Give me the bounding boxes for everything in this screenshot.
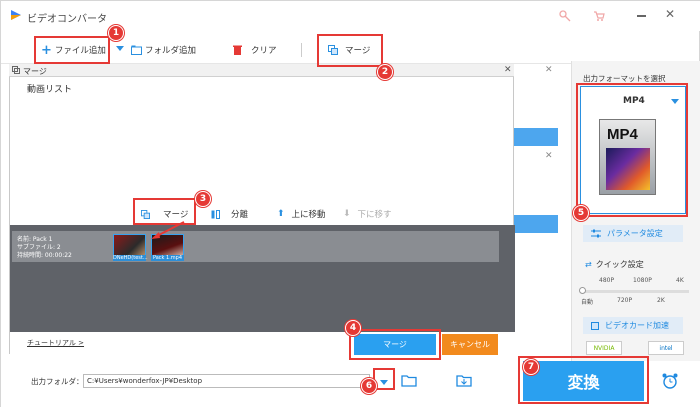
- cancel-button[interactable]: キャンセル: [442, 334, 498, 355]
- annotation-box-format: [576, 83, 688, 217]
- background-close-icon-2[interactable]: ✕: [545, 151, 553, 161]
- nvidia-chip: NVIDIA: [586, 341, 622, 355]
- close-button[interactable]: ✕: [665, 7, 675, 21]
- quality-bottom-label: 720P: [617, 297, 633, 304]
- toolbar-divider: [301, 43, 302, 57]
- merge-dialog-title: マージ: [23, 67, 47, 76]
- background-row-highlight: [514, 128, 558, 146]
- output-folder-label: 出力フォルダ：: [31, 377, 84, 386]
- annotation-badge-7: 7: [523, 359, 539, 375]
- folder-icon: [131, 45, 142, 55]
- key-icon[interactable]: [559, 10, 571, 22]
- cart-icon[interactable]: [593, 10, 605, 22]
- app-title: ビデオコンバータ: [27, 14, 107, 25]
- pack-strip[interactable]: [12, 231, 499, 262]
- annotation-box-merge-confirm: [349, 329, 441, 360]
- annotation-badge-5: 5: [573, 205, 589, 221]
- annotation-badge-4: 4: [345, 320, 361, 336]
- dialog-close-icon[interactable]: ✕: [504, 65, 512, 75]
- split-button[interactable]: 分離: [211, 205, 248, 223]
- video-thumbnail-label: Pack 1.mp4: [151, 255, 184, 261]
- annotation-badge-2: 2: [377, 64, 393, 80]
- clear-button[interactable]: クリア: [233, 41, 277, 59]
- quality-top-label: 480P: [599, 277, 615, 284]
- pack-duration: 持続時間: 00:00:22: [17, 252, 72, 259]
- arrow-up-icon: ⬆: [277, 209, 285, 219]
- output-folder-path[interactable]: C:¥Users¥wonderfox-JP¥Desktop: [83, 374, 370, 388]
- quick-settings-icon: ⇄: [585, 260, 592, 269]
- video-thumbnail-label: DNeHD(test...: [113, 255, 148, 261]
- move-down-button[interactable]: ⬇ 下に移す: [343, 205, 392, 223]
- intel-chip: intel: [648, 341, 684, 355]
- video-list-label: 動画リスト: [27, 85, 73, 95]
- alarm-clock-icon[interactable]: [661, 372, 679, 390]
- add-folder-button[interactable]: フォルダ追加: [131, 41, 196, 59]
- output-folder-icon[interactable]: [456, 373, 472, 387]
- arrow-down-icon: ⬇: [343, 209, 351, 219]
- quality-slider[interactable]: [581, 290, 689, 293]
- annotation-box-merge: [317, 34, 383, 67]
- tutorial-link[interactable]: チュートリアル >: [27, 338, 84, 348]
- quality-top-label: 1080P: [633, 277, 652, 284]
- merge-dialog-icon: [12, 66, 20, 74]
- split-icon: [211, 209, 220, 219]
- trash-icon: [233, 45, 242, 55]
- sliders-icon: [591, 229, 601, 238]
- parameter-settings-button[interactable]: パラメータ設定: [583, 225, 683, 242]
- quality-slider-handle[interactable]: [579, 287, 586, 294]
- open-folder-icon[interactable]: [401, 373, 417, 387]
- annotation-arrow: [151, 221, 185, 239]
- move-up-button[interactable]: ⬆ 上に移動: [277, 205, 326, 223]
- gpu-chip-icon: [591, 321, 599, 330]
- annotation-box-add-file: [34, 36, 110, 64]
- quality-bottom-label: 自動: [581, 299, 594, 306]
- background-close-icon[interactable]: ✕: [545, 65, 553, 75]
- background-row-highlight-2: [514, 215, 558, 233]
- app-window: ビデオコンバータ ✕ + ファイル追加 フォルダ追加 クリア マージ ✕ ✕ マ…: [0, 0, 700, 407]
- minimize-button[interactable]: [637, 15, 646, 17]
- quality-bottom-label: 2K: [657, 297, 665, 304]
- quick-settings-label: ⇄ クイック設定: [585, 260, 644, 269]
- app-logo-icon: [11, 10, 21, 20]
- gpu-accel-toggle[interactable]: ビデオカード加速: [583, 317, 683, 334]
- add-file-dropdown-icon[interactable]: [116, 46, 124, 51]
- annotation-badge-1: 1: [108, 25, 124, 41]
- annotation-badge-6: 6: [361, 378, 377, 394]
- quality-top-label: 4K: [676, 277, 684, 284]
- annotation-badge-3: 3: [195, 191, 211, 207]
- merge-dialog-header: [9, 64, 514, 77]
